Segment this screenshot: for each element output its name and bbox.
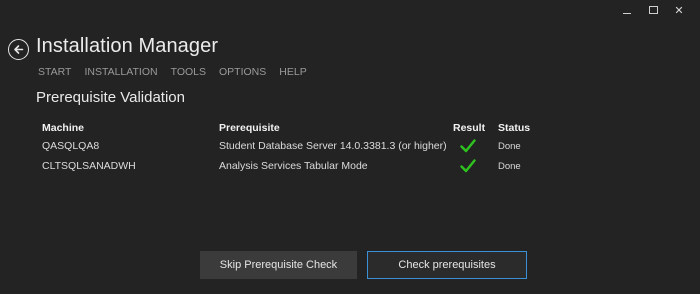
section-title: Prerequisite Validation <box>36 89 185 106</box>
cell-result <box>448 136 493 156</box>
menu-item-help[interactable]: HELP <box>279 66 306 78</box>
table-row: QASQLQA8 Student Database Server 14.0.33… <box>37 136 558 156</box>
menu-item-installation[interactable]: INSTALLATION <box>84 66 157 78</box>
arrow-left-icon <box>14 45 24 54</box>
close-button[interactable]: ✕ <box>666 2 692 18</box>
cell-machine: QASQLQA8 <box>42 140 100 152</box>
back-button[interactable] <box>8 39 29 60</box>
cell-status: Done <box>498 140 521 152</box>
table-header-row: Machine Prerequisite Result Status <box>37 120 558 136</box>
check-icon <box>460 159 476 173</box>
skip-prerequisite-check-button[interactable]: Skip Prerequisite Check <box>200 251 357 279</box>
check-prerequisites-button[interactable]: Check prerequisites <box>367 251 527 279</box>
header-result: Result <box>453 122 486 134</box>
app-title: Installation Manager <box>36 35 219 57</box>
maximize-button[interactable] <box>640 2 666 18</box>
check-icon <box>460 139 476 153</box>
main-menu: START INSTALLATION TOOLS OPTIONS HELP <box>38 66 307 78</box>
cell-result <box>448 156 493 176</box>
cell-prerequisite: Student Database Server 14.0.3381.3 (or … <box>219 140 447 152</box>
menu-item-options[interactable]: OPTIONS <box>219 66 266 78</box>
table-row: CLTSQLSANADWH Analysis Services Tabular … <box>37 156 558 176</box>
minimize-icon <box>623 12 631 14</box>
minimize-button[interactable] <box>614 2 640 18</box>
header-machine: Machine <box>42 122 85 134</box>
close-icon: ✕ <box>674 4 684 17</box>
cell-machine: CLTSQLSANADWH <box>42 160 136 172</box>
prerequisite-table: Machine Prerequisite Result Status QASQL… <box>37 120 558 176</box>
menu-item-tools[interactable]: TOOLS <box>171 66 206 78</box>
cell-status: Done <box>498 160 521 172</box>
window-controls: ✕ <box>614 2 692 18</box>
menu-item-start[interactable]: START <box>38 66 71 78</box>
header-status: Status <box>498 122 531 134</box>
header-prerequisite: Prerequisite <box>219 122 280 134</box>
maximize-icon <box>648 6 658 14</box>
cell-prerequisite: Analysis Services Tabular Mode <box>219 160 368 172</box>
